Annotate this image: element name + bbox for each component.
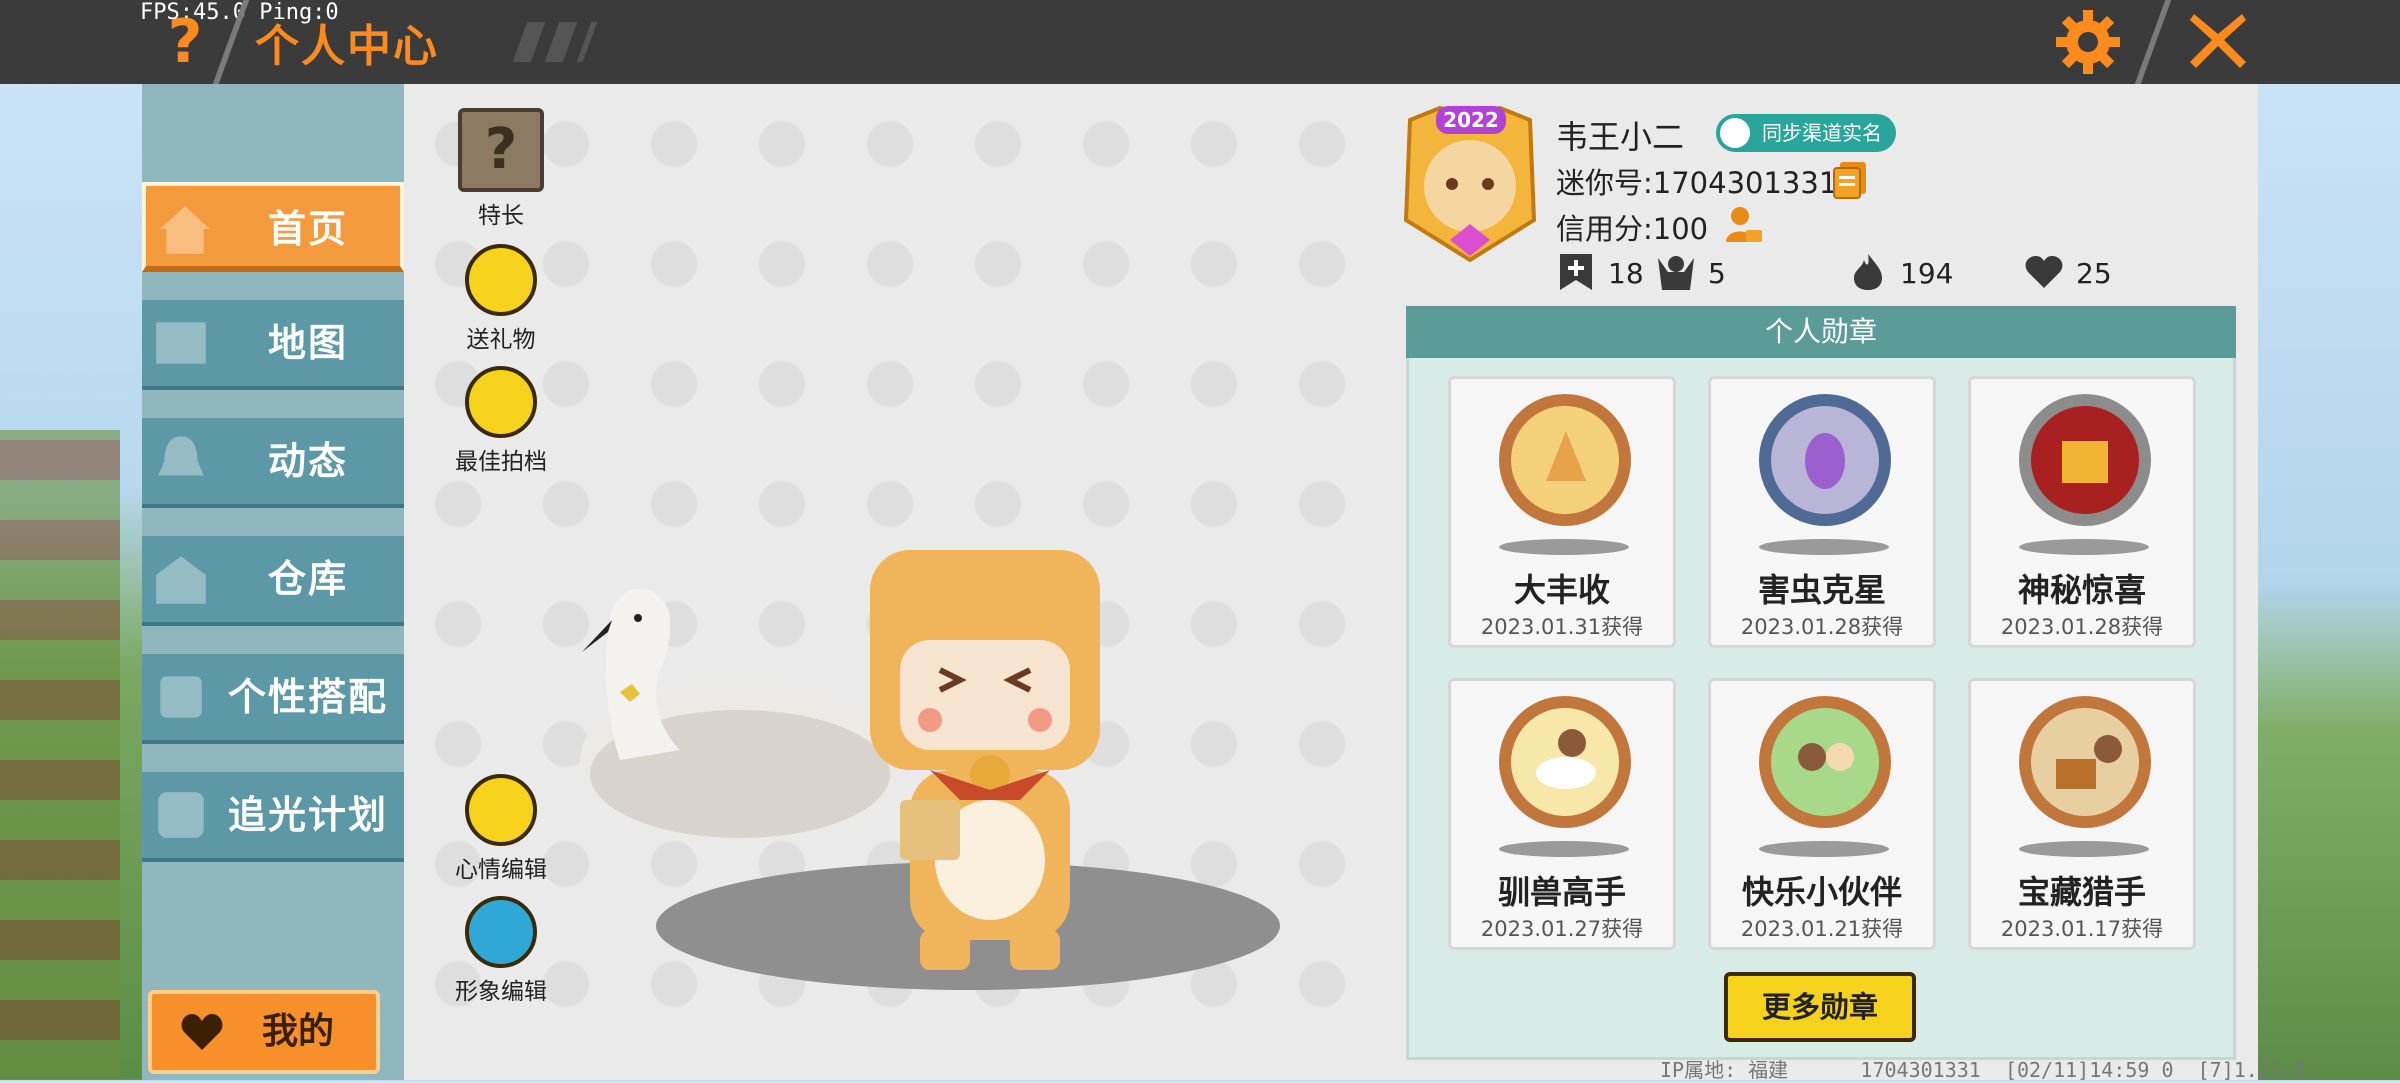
stat-popularity-value: 194 — [1900, 257, 1954, 290]
home-icon — [160, 206, 210, 254]
map-icon — [156, 322, 206, 364]
medal-name: 神秘惊喜 — [2017, 571, 2146, 609]
mystery-gift-medal-icon — [2019, 394, 2151, 526]
medal-date: 2023.01.17获得 — [2000, 917, 2164, 941]
sidebar-item-label: 地图 — [267, 321, 348, 365]
sidebar-item-label: 首页 — [267, 207, 348, 251]
flame-icon — [1854, 254, 1882, 290]
question-icon[interactable]: ? — [160, 8, 210, 76]
medal-pedestal — [1759, 841, 1889, 857]
sidebar-item-label: 动态 — [267, 439, 348, 483]
medal-pedestal — [1499, 539, 1629, 555]
medal-name: 害虫克星 — [1757, 571, 1886, 609]
heart-icon — [181, 1014, 223, 1050]
appearance-edit-button[interactable]: 形象编辑 — [446, 896, 556, 1006]
bell-icon — [158, 436, 204, 476]
harvest-medal-icon — [1499, 394, 1631, 526]
warehouse-icon — [156, 556, 206, 604]
footer-ip: IP属地: 福建 — [1660, 1058, 1789, 1082]
stat-fans-value: 5 — [1708, 257, 1726, 290]
tiger-character-image — [870, 550, 1100, 970]
mini-id: 迷你号:1704301331 — [1556, 166, 1838, 200]
talent-label: 特长 — [478, 203, 524, 229]
footer-info: IP属地: 福建 1704301331 [02/11]14:59 0 [7]1.… — [1660, 1054, 2306, 1083]
medal-name: 驯兽高手 — [1497, 873, 1626, 911]
person-icon — [1720, 118, 1750, 148]
sidebar-item-outfit[interactable]: 个性搭配 — [142, 654, 404, 744]
footer-uid: 1704301331 — [1860, 1058, 1981, 1082]
background-scenery-right — [2258, 84, 2400, 1080]
outfit-edit-icon — [465, 896, 537, 968]
medal-date: 2023.01.28获得 — [1740, 615, 1904, 639]
more-medals-button[interactable]: 更多勋章 — [1724, 972, 1916, 1042]
medal-pedestal — [2019, 539, 2149, 555]
footer-time: [02/11]14:59 0 — [2004, 1058, 2174, 1082]
medal-name: 宝藏猎手 — [2017, 873, 2146, 911]
credit-user-icon[interactable] — [1724, 204, 1764, 246]
handshake-icon — [465, 366, 537, 438]
medal-card[interactable]: 宝藏猎手 2023.01.17获得 — [1968, 678, 2196, 950]
plan-icon — [158, 792, 204, 838]
send-gift-label: 送礼物 — [466, 327, 536, 353]
sidebar-item-home[interactable]: 首页 — [142, 182, 404, 272]
credit-score: 信用分:100 — [1556, 212, 1709, 246]
gift-icon — [465, 244, 537, 316]
fans-icon — [1658, 256, 1694, 290]
gear-icon[interactable] — [2052, 6, 2124, 78]
mine-button-label: 我的 — [262, 1011, 335, 1052]
best-partner-button[interactable]: 最佳拍档 — [446, 366, 556, 476]
stat-add-friend-value: 18 — [1608, 257, 1644, 290]
mood-edit-button[interactable]: 心情编辑 — [446, 774, 556, 884]
sidebar-item-label: 仓库 — [267, 557, 348, 601]
outfit-icon — [160, 676, 202, 718]
copy-icon[interactable] — [1832, 160, 1868, 200]
treasure-hunter-medal-icon — [2019, 696, 2151, 828]
medal-panel-title: 个人勋章 — [1406, 306, 2236, 358]
medal-pedestal — [2019, 841, 2149, 857]
medal-name: 大丰收 — [1513, 571, 1610, 609]
beast-tamer-medal-icon — [1499, 696, 1631, 828]
medal-card[interactable]: 驯兽高手 2023.01.27获得 — [1448, 678, 1676, 950]
heart-icon — [2025, 256, 2063, 288]
profile-name: 韦王小二 — [1556, 118, 1685, 156]
appearance-edit-label: 形象编辑 — [455, 979, 547, 1005]
stat-likes-value: 25 — [2076, 257, 2112, 290]
medal-name: 快乐小伙伴 — [1741, 873, 1902, 911]
realname-label: 同步渠道实名 — [1762, 121, 1882, 145]
medal-date: 2023.01.31获得 — [1480, 615, 1644, 639]
mood-edit-label: 心情编辑 — [455, 857, 547, 883]
sidebar-item-map[interactable]: 地图 — [142, 300, 404, 390]
sidebar-item-activity[interactable]: 动态 — [142, 418, 404, 508]
footer-version: [7]1.23.5 — [2197, 1058, 2306, 1082]
bookmark-plus-icon — [1560, 254, 1592, 290]
pencil-icon — [465, 774, 537, 846]
medal-pedestal — [1499, 841, 1629, 857]
talent-icon: ? — [458, 108, 544, 192]
medal-card[interactable]: 快乐小伙伴 2023.01.21获得 — [1708, 678, 1936, 950]
medal-pedestal — [1759, 539, 1889, 555]
sidebar-item-label: 个性搭配 — [227, 675, 388, 719]
medal-card[interactable]: 神秘惊喜 2023.01.28获得 — [1968, 376, 2196, 648]
send-gift-button[interactable]: 送礼物 — [446, 244, 556, 354]
medal-date: 2023.01.21获得 — [1740, 917, 1904, 941]
happy-buddy-medal-icon — [1759, 696, 1891, 828]
mine-button[interactable]: 我的 — [148, 990, 380, 1074]
sidebar-item-warehouse[interactable]: 仓库 — [142, 536, 404, 626]
page-title: 个人中心 — [255, 21, 439, 72]
close-icon[interactable] — [2182, 4, 2254, 76]
talent-button[interactable]: ? 特长 — [446, 108, 556, 230]
medal-date: 2023.01.28获得 — [2000, 615, 2164, 639]
decorative-stripe — [512, 22, 598, 62]
sidebar-item-plan[interactable]: 追光计划 — [142, 772, 404, 862]
background-scenery-left — [0, 430, 120, 1080]
pest-buster-medal-icon — [1759, 394, 1891, 526]
sidebar-item-label: 追光计划 — [227, 793, 388, 837]
medal-date: 2023.01.27获得 — [1480, 917, 1644, 941]
best-partner-label: 最佳拍档 — [455, 449, 547, 475]
medal-card[interactable]: 害虫克星 2023.01.28获得 — [1708, 376, 1936, 648]
avatar-year-badge: 2022 — [1436, 106, 1506, 134]
realname-badge[interactable]: 同步渠道实名 — [1716, 114, 1896, 152]
medal-card[interactable]: 大丰收 2023.01.31获得 — [1448, 376, 1676, 648]
